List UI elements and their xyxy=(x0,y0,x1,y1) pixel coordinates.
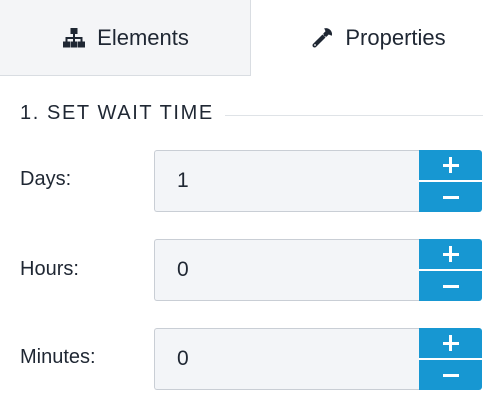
hours-increment-button[interactable] xyxy=(419,239,482,269)
days-label: Days: xyxy=(20,168,72,190)
section-divider xyxy=(225,115,483,116)
minus-icon xyxy=(442,189,459,205)
panel-tabs: Elements Properties xyxy=(0,0,504,76)
plus-icon xyxy=(442,335,459,351)
minutes-increment-button[interactable] xyxy=(419,328,482,358)
section-heading: 1. SET WAIT TIME xyxy=(20,102,214,124)
sitemap-icon xyxy=(61,27,87,49)
hours-input[interactable] xyxy=(154,239,419,301)
tab-elements[interactable]: Elements xyxy=(0,0,251,76)
days-input[interactable] xyxy=(154,150,419,212)
plus-icon xyxy=(442,246,459,262)
days-increment-button[interactable] xyxy=(419,150,482,180)
plus-icon xyxy=(442,157,459,173)
wrench-icon xyxy=(309,27,335,49)
minutes-decrement-button[interactable] xyxy=(419,360,482,390)
hours-decrement-button[interactable] xyxy=(419,271,482,301)
minus-icon xyxy=(442,278,459,294)
hours-label: Hours: xyxy=(20,258,79,280)
days-decrement-button[interactable] xyxy=(419,182,482,212)
tab-properties[interactable]: Properties xyxy=(251,0,504,76)
tab-properties-label: Properties xyxy=(345,25,446,50)
minutes-input[interactable] xyxy=(154,328,419,390)
minutes-label: Minutes: xyxy=(20,346,96,368)
tab-elements-label: Elements xyxy=(97,24,189,50)
minus-icon xyxy=(442,367,459,383)
